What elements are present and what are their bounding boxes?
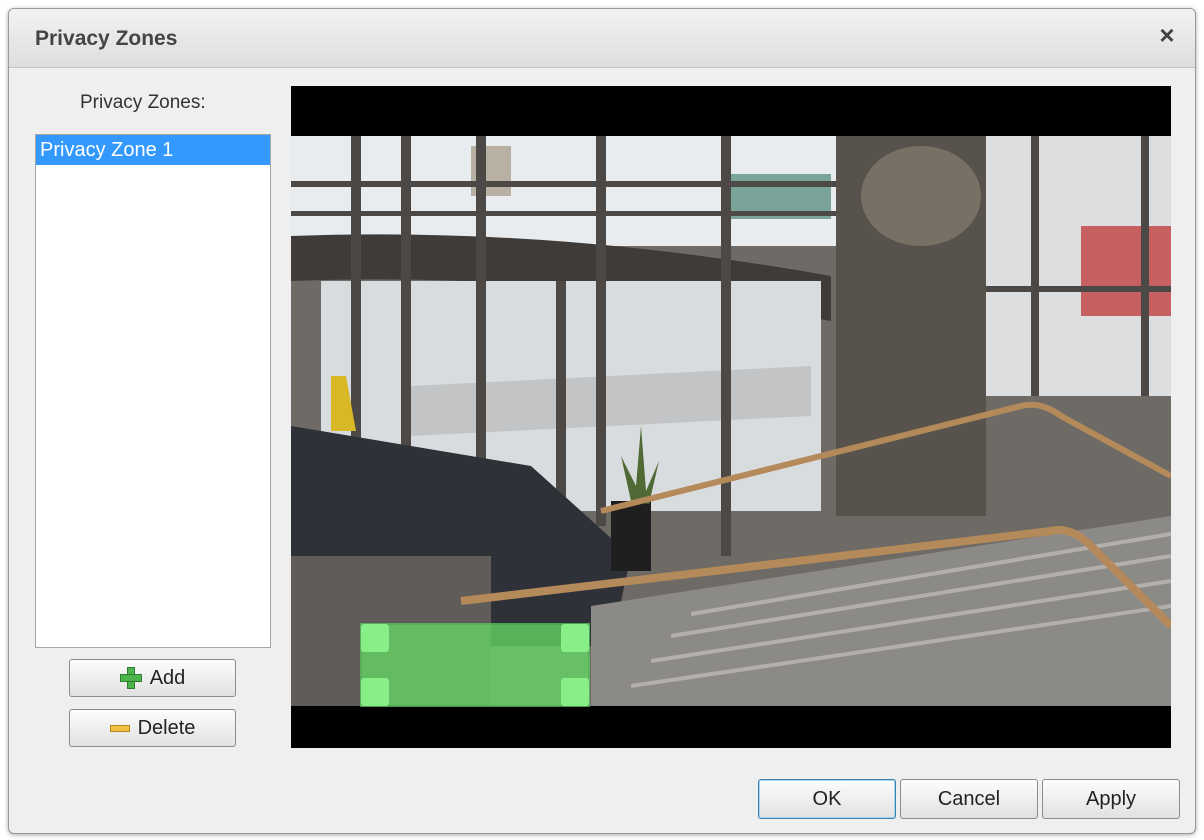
ok-button[interactable]: OK xyxy=(758,779,896,819)
privacy-zone-overlay xyxy=(360,623,590,707)
privacy-zones-label: Privacy Zones: xyxy=(80,92,206,113)
apply-button[interactable]: Apply xyxy=(1042,779,1180,819)
dialog-title: Privacy Zones xyxy=(35,27,178,50)
camera-scene-image xyxy=(291,86,1171,748)
add-button[interactable]: Add xyxy=(69,659,236,697)
title-bar: Privacy Zones × xyxy=(9,9,1195,68)
privacy-zone-list[interactable]: Privacy Zone 1 xyxy=(35,134,271,648)
cancel-button[interactable]: Cancel xyxy=(900,779,1038,819)
list-item-privacy-zone-1[interactable]: Privacy Zone 1 xyxy=(36,135,270,165)
minus-icon xyxy=(109,724,130,732)
add-button-label: Add xyxy=(149,666,186,689)
close-icon[interactable]: × xyxy=(1153,21,1181,49)
plus-icon xyxy=(119,667,142,689)
camera-video-preview[interactable] xyxy=(291,86,1171,748)
privacy-zones-dialog: Privacy Zones × Privacy Zones: Privacy Z… xyxy=(8,8,1196,834)
delete-button-label: Delete xyxy=(137,716,196,739)
delete-button[interactable]: Delete xyxy=(69,709,236,747)
